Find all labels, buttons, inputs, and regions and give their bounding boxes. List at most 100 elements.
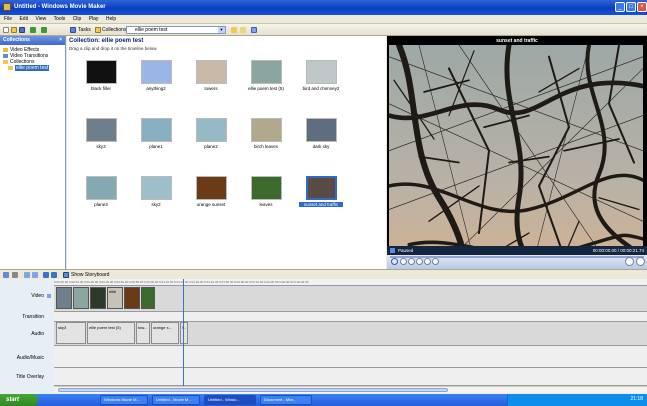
chevron-down-icon[interactable]: ▼ — [218, 27, 225, 33]
collection-select[interactable]: ellie poem test ▼ — [126, 26, 226, 34]
transition-icon — [3, 53, 8, 58]
monitor-title: sunset and traffic — [496, 38, 538, 44]
tree-item-ellie-poem-test[interactable]: ellie poem test — [3, 65, 65, 71]
open-project-icon[interactable] — [11, 27, 17, 33]
taskbar-item[interactable]: Untitled - Movie M... — [152, 395, 200, 405]
timeline-video-clip[interactable]: ellie — [107, 287, 123, 309]
timeline-video-clip[interactable] — [73, 287, 89, 309]
clip-thumbnail — [250, 118, 282, 142]
video-track: ellie — [54, 286, 647, 312]
clip-item[interactable]: anything2 — [134, 60, 178, 91]
close-button[interactable]: × — [637, 2, 647, 12]
menu-help[interactable]: Help — [106, 15, 116, 24]
clip-item[interactable]: plane2 — [189, 118, 233, 149]
split-clip-button[interactable] — [424, 258, 431, 265]
menu-file[interactable]: File — [4, 15, 12, 24]
taskbar-item[interactable]: Windows Movie M... — [100, 395, 148, 405]
zoom-in-icon[interactable] — [24, 272, 30, 278]
timeline-audio-clip[interactable]: l... — [180, 322, 188, 344]
clip-item[interactable]: leaves — [244, 176, 288, 207]
clip-item[interactable]: sky3 — [79, 118, 123, 149]
take-picture-button[interactable] — [625, 257, 634, 266]
folder-icon — [3, 59, 8, 64]
clip-thumbnail — [305, 176, 337, 200]
clip-item[interactable]: black filler — [79, 60, 123, 91]
close-icon[interactable]: × — [59, 36, 62, 45]
save-project-icon[interactable] — [19, 27, 25, 33]
split-button[interactable] — [636, 257, 645, 266]
taskbar-item[interactable]: Document - Micr... — [260, 395, 312, 405]
clip-item[interactable]: birch leaves — [244, 118, 288, 149]
views-icon[interactable] — [251, 27, 257, 33]
stop-button[interactable] — [400, 258, 407, 265]
maximize-button[interactable]: □ — [626, 2, 636, 12]
previous-frame-button[interactable] — [408, 258, 415, 265]
timeline-video-clip[interactable] — [56, 287, 72, 309]
clip-item[interactable]: sunset and traffic — [299, 176, 343, 207]
timeline-audio-clip[interactable]: sky3 — [56, 322, 86, 344]
zoom-out-icon[interactable] — [32, 272, 38, 278]
rewind-timeline-icon[interactable] — [43, 272, 49, 278]
storyboard-icon[interactable] — [63, 272, 69, 278]
minimize-button[interactable]: _ — [615, 2, 625, 12]
taskbar-item-active[interactable]: Untitled - Windo... — [204, 395, 256, 405]
tasks-button[interactable]: Tasks — [78, 27, 91, 33]
undo-icon[interactable] — [30, 27, 36, 33]
show-storyboard-button[interactable]: Show Storyboard — [71, 272, 109, 278]
video-preview — [389, 45, 643, 280]
clip-item[interactable]: sky2 — [134, 176, 178, 207]
clip-thumbnail — [305, 60, 337, 84]
timeline-ruler[interactable]: 0:00:00.00 0:00:10.00 0:00:20.00 0:00:30… — [54, 279, 647, 286]
clip-label: anything2 — [146, 86, 166, 91]
play-button[interactable] — [391, 258, 398, 265]
playback-status-bar: Paused 00:00:00.00 / 00:00:21.74 — [387, 246, 647, 255]
clip-item[interactable]: dark sky — [299, 118, 343, 149]
clip-thumbnail — [195, 60, 227, 84]
fullscreen-button[interactable] — [432, 258, 439, 265]
clip-label: sky2 — [151, 202, 161, 207]
collections-icon[interactable] — [95, 27, 101, 33]
timeline-video-clip[interactable] — [90, 287, 106, 309]
collections-button[interactable]: Collections — [102, 27, 126, 33]
clip-thumbnail — [250, 176, 282, 200]
next-frame-button[interactable] — [416, 258, 423, 265]
clip-item[interactable]: plane1 — [134, 118, 178, 149]
system-tray: 21:18 — [507, 394, 647, 406]
menu-play[interactable]: Play — [89, 15, 99, 24]
new-project-icon[interactable] — [3, 27, 9, 33]
clip-item[interactable]: plane3 — [79, 176, 123, 207]
tasks-icon[interactable] — [70, 27, 76, 33]
timeline-audio-clip[interactable]: orange s... — [151, 322, 179, 344]
collection-select-value: ellie poem test — [135, 27, 168, 33]
clip-label: orange sunset — [196, 202, 226, 207]
menu-tools[interactable]: Tools — [54, 15, 66, 24]
collection-contents: Collection: ellie poem test Drag a clip … — [67, 36, 386, 269]
scrollbar-thumb[interactable] — [58, 388, 448, 392]
up-folder-icon[interactable] — [231, 27, 237, 33]
clip-item[interactable]: towers — [189, 60, 233, 91]
collection-title: Collection: ellie poem test — [69, 38, 144, 44]
menu-clip[interactable]: Clip — [73, 15, 82, 24]
play-timeline-icon[interactable] — [51, 272, 57, 278]
clip-item[interactable]: orange sunset — [189, 176, 233, 207]
timeline-audio-clip[interactable]: ellie poem test (5) — [87, 322, 135, 344]
redo-icon[interactable] — [41, 27, 47, 33]
clip-thumbnail — [140, 176, 172, 200]
start-button[interactable]: start — [0, 394, 38, 406]
playhead[interactable] — [183, 279, 184, 387]
timeline-horizontal-scrollbar[interactable] — [54, 386, 647, 393]
set-audio-levels-icon[interactable] — [3, 272, 9, 278]
preview-monitor: sunset and traffic Paused 00:00:00.00 / … — [387, 36, 647, 280]
menu-edit[interactable]: Edit — [19, 15, 28, 24]
clip-item[interactable]: bird and chimney2 — [299, 60, 343, 91]
timeline-video-clip[interactable] — [141, 287, 155, 309]
narrate-icon[interactable] — [12, 272, 18, 278]
clip-thumbnail — [140, 60, 172, 84]
timeline-audio-clip[interactable]: tow... — [136, 322, 150, 344]
timeline-video-clip[interactable] — [124, 287, 140, 309]
audio-track: sky3 ellie poem test (5) tow... orange s...… — [54, 322, 647, 346]
clip-item[interactable]: ellie poem test (5) — [244, 60, 288, 91]
expand-video-track-icon[interactable] — [47, 294, 51, 298]
new-collection-icon[interactable] — [240, 27, 246, 33]
menu-view[interactable]: View — [35, 15, 46, 24]
